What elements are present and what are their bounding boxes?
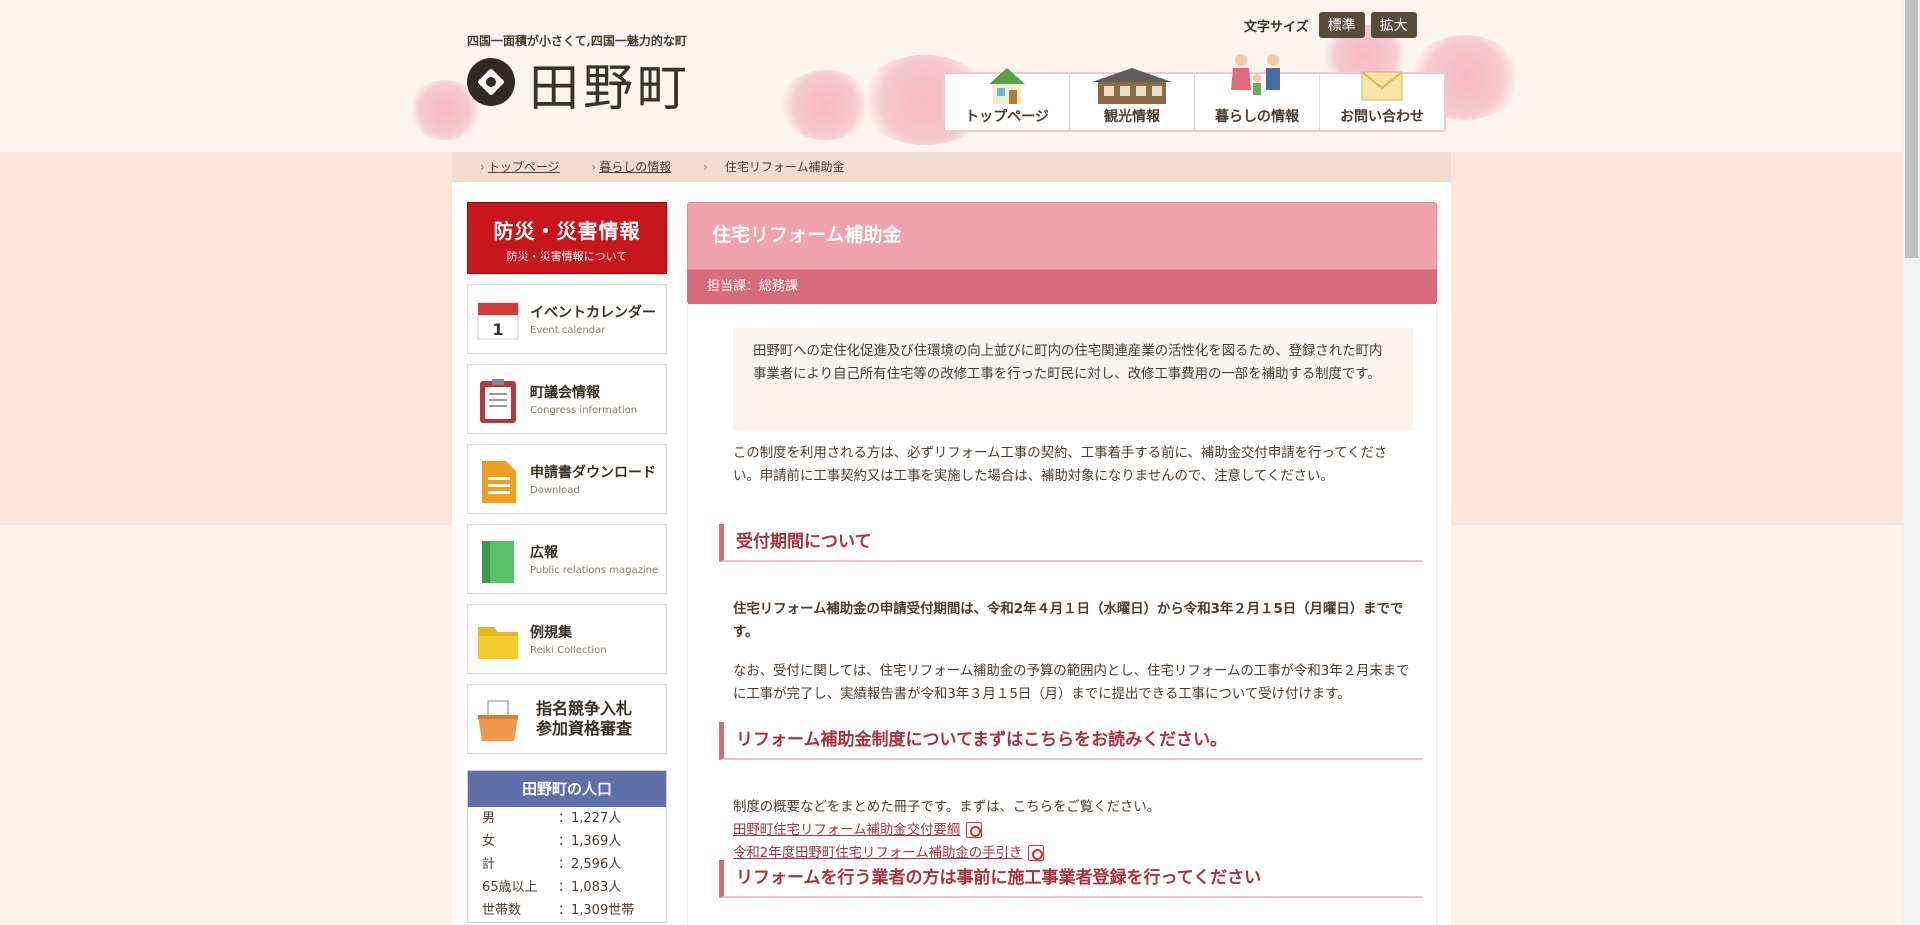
site-tagline: 四国一面積が小さくて,四国一魅力的な町 xyxy=(467,34,687,48)
breadcrumb-current: 住宅リフォーム補助金 xyxy=(724,160,845,174)
sidebar-item-sublabel: Congress information xyxy=(530,405,638,416)
magazine-icon xyxy=(482,541,514,583)
ballot-box-icon xyxy=(478,700,518,741)
document-icon xyxy=(482,461,516,503)
nav-label: 暮らしの情報 xyxy=(1215,109,1299,125)
house-icon xyxy=(989,68,1025,104)
lead-box: 田野町への定住化促進及び住環境の向上並びに町内の住宅関連産業の活性化を図るため、… xyxy=(733,328,1413,430)
pdf-icon xyxy=(966,822,983,838)
chevron-right-icon: › xyxy=(480,160,485,174)
heading-period: 受付期間について xyxy=(719,524,1422,562)
population-box: 田野町の人口 男：1,227人 女：1,369人 計：2,596人 65歳以上：… xyxy=(467,770,667,923)
sidebar-item-sublabel: Download xyxy=(530,485,580,496)
sidebar: 防災・災害情報 防災・災害情報について 1 イベントカレンダー Event ca… xyxy=(467,202,667,923)
sidebar-item-label: イベントカレンダー xyxy=(530,305,656,321)
heading-read-first: リフォーム補助金制度についてまずはこちらをお読みください。 xyxy=(719,722,1422,760)
population-row: 男：1,227人 xyxy=(482,811,622,826)
article-body: 田野町への定住化促進及び住環境の向上並びに町内の住宅関連産業の活性化を図るため、… xyxy=(687,302,1437,925)
nav-top-page[interactable]: トップページ xyxy=(945,68,1070,130)
chevron-right-icon: › xyxy=(591,160,597,174)
sidebar-item-label: 例規集 xyxy=(530,625,572,641)
chevron-right-icon: › xyxy=(703,160,708,174)
sidebar-item-label: 申請書ダウンロード xyxy=(530,465,656,481)
sidebar-item-congress[interactable]: 町議会情報 Congress information xyxy=(467,364,667,434)
nav-tourism[interactable]: 観光情報 xyxy=(1070,68,1195,130)
page-container: 四国一面積が小さくて,四国一魅力的な町 田野町 文字サイズ 標準 拡大 トップペ… xyxy=(452,0,1451,925)
town-emblem-icon[interactable] xyxy=(467,58,515,106)
font-size-label: 文字サイズ xyxy=(1244,19,1309,35)
read-first-text: 制度の概要などをまとめた冊子です。まずは、こちらをご覧ください。 xyxy=(733,800,1161,815)
sidebar-item-sublabel: Public relations magazine xyxy=(530,565,659,576)
sidebar-item-label: 広報 xyxy=(530,545,558,561)
disaster-subtitle: 防災・災害情報について xyxy=(506,250,628,263)
guideline-pdf-link[interactable]: 田野町住宅リフォーム補助金交付要綱 xyxy=(733,823,960,838)
population-row: 65歳以上 ：1,083人 xyxy=(482,880,622,895)
sidebar-item-bid-qualification[interactable]: 指名競争入札 参加資格審査 xyxy=(467,684,667,754)
sidebar-item-reiki[interactable]: 例規集 Reiki Collection xyxy=(467,604,667,674)
svg-text:1: 1 xyxy=(492,320,503,339)
nav-contact[interactable]: お問い合わせ xyxy=(1320,71,1444,130)
sidebar-item-download[interactable]: 申請書ダウンロード Download xyxy=(467,444,667,514)
font-size-switcher: 文字サイズ 標準 拡大 xyxy=(1244,12,1417,38)
breadcrumb-link-living[interactable]: 暮らしの情報 xyxy=(599,160,671,174)
scrollbar-thumb[interactable] xyxy=(1905,0,1918,258)
sidebar-item-label: 町議会情報 xyxy=(530,385,600,401)
sidebar-item-event-calendar[interactable]: 1 イベントカレンダー Event calendar xyxy=(467,284,667,354)
sidebar-item-sublabel: Event calendar xyxy=(530,325,606,336)
population-row: 女：1,369人 xyxy=(482,834,622,849)
old-building-icon xyxy=(1092,68,1172,104)
site-name[interactable]: 田野町 xyxy=(529,48,691,120)
sidebar-item-public-relations[interactable]: 広報 Public relations magazine xyxy=(467,524,667,594)
envelope-icon xyxy=(1361,71,1403,101)
notice-paragraph: この制度を利用される方は、必ずリフォーム工事の契約、工事着手する前に、補助金交付… xyxy=(733,446,1388,484)
family-icon xyxy=(1231,54,1280,95)
nav-living-info[interactable]: 暮らしの情報 xyxy=(1195,54,1320,130)
handbook-pdf-link[interactable]: 令和2年度田野町住宅リフォーム補助金の手引き xyxy=(733,846,1022,861)
font-size-large-button[interactable]: 拡大 xyxy=(1370,12,1417,38)
clipboard-icon xyxy=(480,379,516,423)
folder-icon xyxy=(478,627,518,659)
population-row: 計：2,596人 xyxy=(482,857,622,872)
main-content: 住宅リフォーム補助金 担当課：総務課 田野町への定住化促進及び住環境の向上並びに… xyxy=(687,202,1437,925)
nav-label: 観光情報 xyxy=(1104,109,1160,125)
link-row: 田野町住宅リフォーム補助金交付要綱 xyxy=(733,819,1413,842)
page-scrollbar[interactable] xyxy=(1903,0,1920,925)
sidebar-item-sublabel: Reiki Collection xyxy=(530,645,607,656)
breadcrumb-link-top[interactable]: トップページ xyxy=(488,160,560,174)
global-nav: トップページ 観光情報 暮らしの情報 お問い合わせ xyxy=(943,54,1446,132)
department-label: 担当課：総務課 xyxy=(687,270,1437,304)
sidebar-item-label: 指名競争入札 参加資格審査 xyxy=(536,699,633,738)
disaster-title: 防災・災害情報 xyxy=(493,219,641,243)
pdf-icon xyxy=(1028,845,1045,861)
population-title: 田野町の人口 xyxy=(468,771,666,807)
page-title: 住宅リフォーム補助金 xyxy=(687,202,1437,270)
period-bold-text: 住宅リフォーム補助金の申請受付期間は、令和2年４月１日（水曜日）から令和3年２月… xyxy=(733,602,1404,640)
breadcrumb: › トップページ › 暮らしの情報 › 住宅リフォーム補助金 xyxy=(452,152,1451,182)
nav-label: トップページ xyxy=(965,109,1049,125)
disaster-info-banner[interactable]: 防災・災害情報 防災・災害情報について xyxy=(467,202,667,274)
period-note: なお、受付に関しては、住宅リフォーム補助金の予算の範囲内とし、住宅リフォームの工… xyxy=(733,664,1410,702)
nav-label: お問い合わせ xyxy=(1340,109,1424,125)
font-size-normal-button[interactable]: 標準 xyxy=(1318,12,1365,38)
heading-contractor: リフォームを行う業者の方は事前に施工事業者登録を行ってください xyxy=(719,860,1422,898)
calendar-icon: 1 xyxy=(477,302,519,340)
population-row: 世帯数 ：1,309世帯 xyxy=(482,903,635,918)
